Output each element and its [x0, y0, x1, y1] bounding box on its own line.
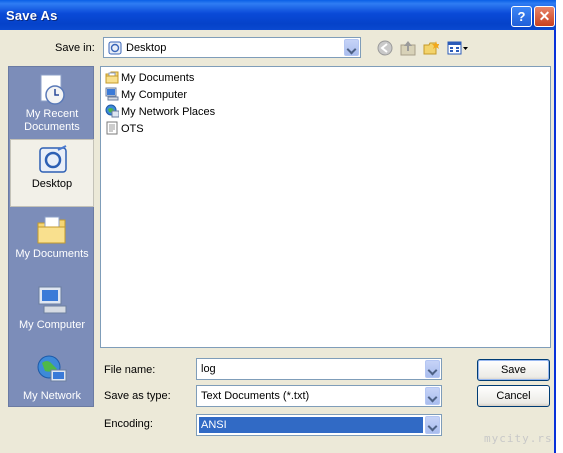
place-label: Desktop [31, 178, 73, 190]
place-my-network[interactable]: My Network [10, 349, 94, 417]
file-name: My Computer [121, 89, 188, 101]
file-name: My Network Places [121, 106, 216, 118]
chevron-down-icon[interactable] [344, 39, 359, 56]
views-menu-icon[interactable] [447, 40, 469, 56]
watermark: mycity.rs [484, 432, 553, 445]
file-name-label: File name: [104, 364, 156, 376]
save-as-type-value: Text Documents (*.txt) [201, 390, 310, 402]
file-name-value: log [201, 363, 216, 375]
my-network-icon [37, 355, 67, 382]
chevron-down-icon[interactable] [425, 387, 440, 405]
place-label: My Network [22, 390, 82, 402]
place-label: My Computer [18, 319, 86, 331]
place-my-documents[interactable]: My Documents [10, 209, 94, 277]
window-title: Save As [6, 8, 58, 23]
desktop-small-icon [108, 41, 122, 55]
save-in-label: Save in: [55, 42, 95, 54]
places-bar: My Recent Documents Desktop My Documents [8, 66, 94, 407]
help-button[interactable]: ? [511, 6, 532, 27]
network-places-icon [105, 104, 119, 118]
file-list[interactable]: My Documents My Computer My Network Plac… [100, 66, 551, 348]
chevron-down-icon[interactable] [425, 360, 440, 378]
place-desktop[interactable]: Desktop [10, 139, 94, 207]
place-label: My Recent Documents [24, 108, 80, 133]
encoding-label: Encoding: [104, 418, 153, 430]
file-name: OTS [121, 123, 144, 135]
back-icon[interactable] [377, 40, 393, 56]
place-label: My Documents [15, 248, 89, 260]
title-bar[interactable]: Save As ? ✕ [0, 0, 556, 30]
up-folder-icon[interactable] [400, 40, 416, 56]
my-documents-icon [37, 216, 66, 244]
save-in-value: Desktop [126, 42, 167, 54]
save-in-dropdown[interactable]: Desktop [103, 37, 361, 58]
encoding-value: ANSI [201, 419, 227, 431]
my-computer-icon [38, 286, 67, 314]
encoding-dropdown[interactable]: ANSI [196, 414, 442, 436]
new-folder-icon[interactable] [423, 40, 439, 56]
desktop-icon [39, 145, 67, 173]
place-my-computer[interactable]: My Computer [10, 279, 94, 347]
file-name: My Documents [121, 72, 195, 84]
save-as-dialog: Save As ? ✕ Save in: Desktop My Recent D… [0, 0, 556, 453]
folder-icon [105, 71, 119, 84]
file-name-input[interactable]: log [196, 358, 442, 380]
recent-documents-icon [40, 74, 65, 105]
chevron-down-icon[interactable] [425, 416, 440, 434]
cancel-button[interactable]: Cancel [477, 385, 550, 407]
text-file-icon [106, 121, 118, 135]
close-button[interactable]: ✕ [534, 6, 555, 27]
computer-icon [105, 87, 119, 101]
save-button[interactable]: Save [477, 359, 550, 381]
save-as-type-dropdown[interactable]: Text Documents (*.txt) [196, 385, 442, 407]
place-recent-documents[interactable]: My Recent Documents [10, 69, 94, 137]
save-as-type-label: Save as type: [104, 390, 171, 402]
encoding-selection-highlight [199, 417, 423, 433]
